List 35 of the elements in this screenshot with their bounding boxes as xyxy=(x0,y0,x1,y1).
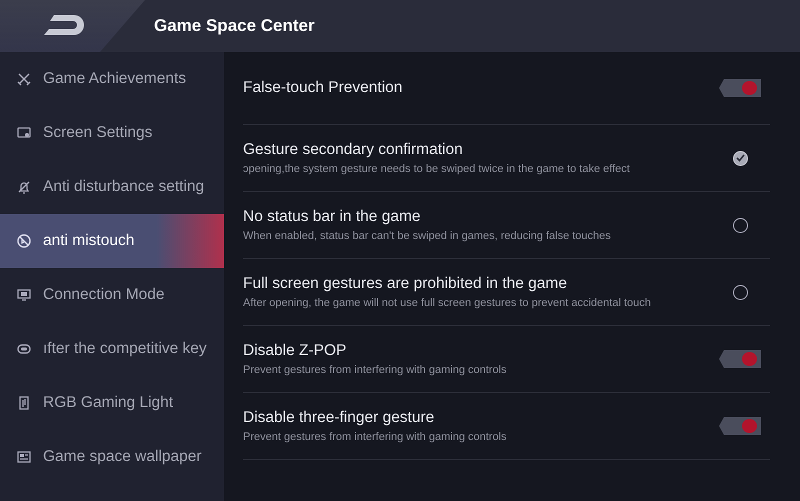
setting-title: False-touch Prevention xyxy=(243,79,404,97)
check-circle[interactable] xyxy=(732,284,748,300)
capsule-icon xyxy=(17,342,31,356)
setting-description: When enabled, status bar can't be swiped in games, reducing false touches xyxy=(243,230,612,242)
no-touch-icon xyxy=(17,234,31,248)
check-circle[interactable] xyxy=(732,150,748,166)
sidebar-item[interactable]: Anti disturbance setting xyxy=(0,160,224,214)
toggle-switch[interactable] xyxy=(719,350,761,368)
toggle-switch[interactable] xyxy=(719,417,761,435)
screen-gear-icon xyxy=(17,126,31,140)
setting-description: ɔpening,the system gesture needs to be swiped twice in the game to take effect xyxy=(243,163,631,175)
setting-title: Full screen gestures are prohibited in the game xyxy=(243,275,568,293)
sidebar-item[interactable]: Screen Settings xyxy=(0,106,224,160)
setting-title: No status bar in the game xyxy=(243,208,422,226)
sidebar-item[interactable]: Game Achievements xyxy=(0,52,224,106)
setting-description: After opening, the game will not use full screen gestures to prevent accidental touch xyxy=(243,297,652,309)
monitor-icon xyxy=(17,288,31,302)
setting-title: Gesture secondary confirmation xyxy=(243,141,464,159)
sidebar-item[interactable]: Game space wallpaper xyxy=(0,430,224,484)
sidebar-item[interactable]: RGB Gaming Light xyxy=(0,376,224,430)
setting-title: Disable three-finger gesture xyxy=(243,409,436,427)
swords-icon xyxy=(17,72,31,86)
bars-icon xyxy=(17,396,31,410)
sidebar-item[interactable]: anti mistouch xyxy=(0,214,224,268)
bell-off-icon xyxy=(17,180,31,194)
check-circle[interactable] xyxy=(732,218,748,232)
sidebar-item[interactable]: ıfter the competitive key xyxy=(0,322,224,376)
wallpaper-icon xyxy=(17,450,31,464)
logo-icon xyxy=(42,15,84,37)
app-title: Game Space Center xyxy=(154,16,315,36)
setting-description: Prevent gestures from interfering with gaming controls xyxy=(243,364,508,376)
sidebar-item[interactable]: Connection Mode xyxy=(0,268,224,322)
setting-title: Disable Z-POP xyxy=(243,342,348,360)
setting-description: Prevent gestures from interfering with gaming controls xyxy=(243,431,508,443)
toggle-switch[interactable] xyxy=(719,79,761,97)
